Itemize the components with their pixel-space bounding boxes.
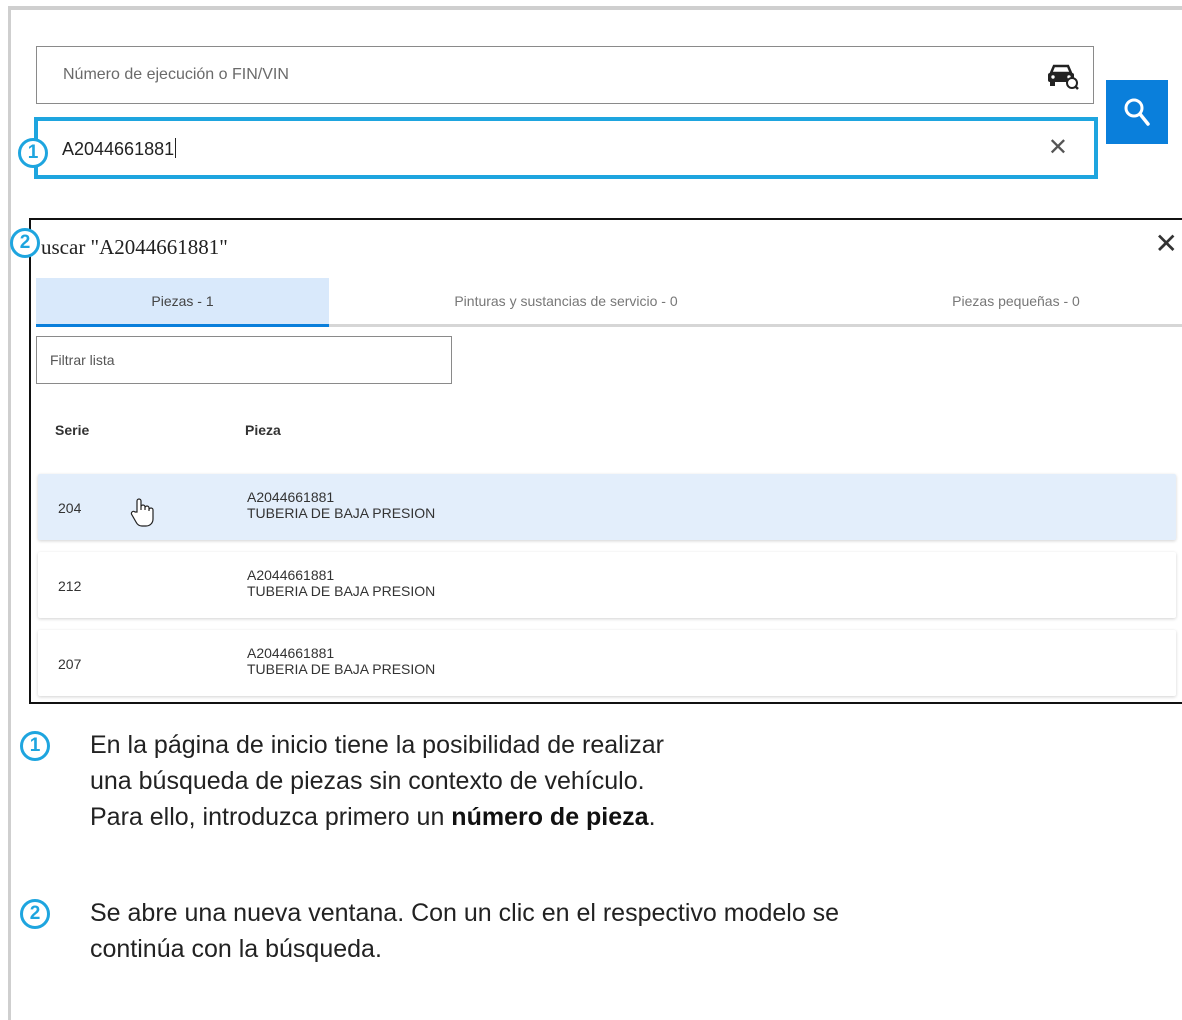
note-2: Se abre una nueva ventana. Con un clic e…	[90, 895, 839, 967]
search-button[interactable]	[1106, 80, 1168, 144]
note-1-line-2: una búsqueda de piezas sin contexto de v…	[90, 767, 645, 795]
close-icon[interactable]: ✕	[1155, 230, 1178, 258]
frame-left-border	[8, 6, 11, 1020]
table-row[interactable]: 204 A2044661881 TUBERIA DE BAJA PRESION	[38, 474, 1176, 540]
column-header-series: Serie	[55, 422, 90, 438]
note-2-line-2: continúa con la búsqueda.	[90, 935, 382, 963]
row-part: A2044661881 TUBERIA DE BAJA PRESION	[247, 489, 435, 521]
part-description: TUBERIA DE BAJA PRESION	[247, 661, 436, 677]
search-results-dialog: uscar "A2044661881" ✕ Piezas - 1 Pintura…	[29, 218, 1182, 704]
hand-cursor-icon	[130, 498, 154, 527]
dialog-title: uscar "A2044661881"	[41, 235, 228, 259]
frame-top-border	[8, 6, 1182, 10]
row-part: A2044661881 TUBERIA DE BAJA PRESION	[247, 645, 435, 677]
table-row[interactable]: 207 A2044661881 TUBERIA DE BAJA PRESION	[38, 630, 1176, 696]
row-series: 204	[58, 500, 82, 516]
tab-piezas[interactable]: Piezas - 1	[36, 278, 329, 327]
part-number: A2044661881	[247, 645, 335, 661]
part-number: A2044661881	[247, 489, 335, 505]
bold-part-number: número de pieza	[451, 803, 649, 831]
table-row[interactable]: 212 A2044661881 TUBERIA DE BAJA PRESION	[38, 552, 1176, 618]
row-part: A2044661881 TUBERIA DE BAJA PRESION	[247, 567, 435, 599]
row-series: 212	[58, 578, 82, 594]
text-caret	[175, 138, 177, 158]
part-number: A2044661881	[247, 567, 335, 583]
note-1-line-3: Para ello, introduzca primero un número …	[90, 803, 656, 831]
row-series: 207	[58, 656, 82, 672]
vin-placeholder: Número de ejecución o FIN/VIN	[63, 66, 289, 83]
filter-list-input[interactable]: Filtrar lista	[36, 336, 452, 384]
filter-placeholder: Filtrar lista	[50, 352, 115, 368]
tab-pinturas[interactable]: Pinturas y sustancias de servicio - 0	[366, 278, 766, 324]
tab-bar: Piezas - 1 Pinturas y sustancias de serv…	[36, 278, 1182, 327]
part-description: TUBERIA DE BAJA PRESION	[247, 505, 436, 521]
tab-piezas-pequenas[interactable]: Piezas pequeñas - 0	[866, 278, 1166, 324]
note-1: En la página de inicio tiene la posibili…	[90, 727, 664, 835]
car-search-icon[interactable]	[1045, 61, 1079, 91]
part-number-value: A2044661881	[62, 138, 177, 159]
note-badge-2: 2	[20, 899, 50, 929]
column-header-part: Pieza	[245, 422, 281, 438]
part-number-field[interactable]: A2044661881 ✕	[34, 117, 1098, 179]
clear-icon[interactable]: ✕	[1048, 133, 1068, 162]
note-badge-1: 1	[20, 731, 50, 761]
magnifier-icon	[1124, 98, 1150, 126]
step-badge-1: 1	[18, 138, 48, 168]
note-1-line-1: En la página de inicio tiene la posibili…	[90, 731, 664, 759]
note-2-line-1: Se abre una nueva ventana. Con un clic e…	[90, 899, 840, 927]
step-badge-2: 2	[10, 228, 40, 258]
part-description: TUBERIA DE BAJA PRESION	[247, 583, 436, 599]
vin-search-field[interactable]: Número de ejecución o FIN/VIN	[36, 46, 1094, 104]
